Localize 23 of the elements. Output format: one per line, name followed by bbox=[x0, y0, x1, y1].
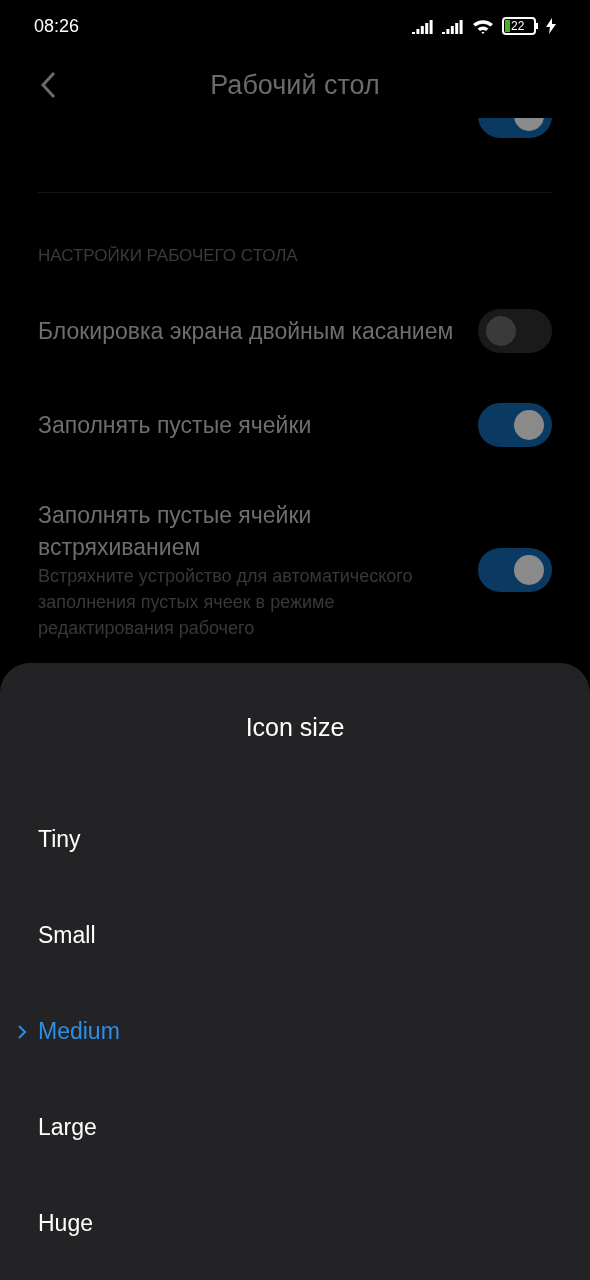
setting-label: Заполнять пустые ячейки встряхиванием bbox=[38, 500, 313, 562]
size-option[interactable]: Tiny bbox=[0, 791, 590, 888]
toggle-switch[interactable] bbox=[478, 547, 552, 592]
setting-description: Встряхните устройство для автоматического заполнения пустых ячеек в режиме редактирования рабочего bbox=[38, 564, 414, 640]
charging-icon bbox=[546, 18, 556, 34]
toggle-switch[interactable] bbox=[478, 308, 552, 353]
size-option[interactable]: Huge bbox=[0, 1175, 590, 1272]
wifi-icon bbox=[472, 17, 494, 35]
back-icon[interactable] bbox=[40, 71, 56, 99]
setting-label: Заполнять пустые ячейки bbox=[38, 410, 312, 440]
signal-icon bbox=[412, 18, 434, 34]
size-option[interactable]: Large bbox=[0, 1079, 590, 1176]
battery-icon: 22 bbox=[502, 17, 538, 35]
sheet-title: Icon size bbox=[245, 712, 345, 743]
toggle-switch[interactable] bbox=[478, 402, 552, 447]
setting-label: Блокировка экрана двойным касанием bbox=[38, 316, 454, 346]
size-option[interactable]: Medium bbox=[0, 983, 590, 1080]
size-option[interactable]: Small bbox=[0, 887, 590, 984]
page-title: Рабочий стол bbox=[210, 68, 380, 102]
status-time: 08:26 bbox=[34, 14, 80, 38]
chevron-icon bbox=[17, 1023, 27, 1040]
signal-icon bbox=[442, 18, 464, 34]
section-title: НАСТРОЙКИ РАБОЧЕГО СТОЛА bbox=[37, 245, 299, 267]
